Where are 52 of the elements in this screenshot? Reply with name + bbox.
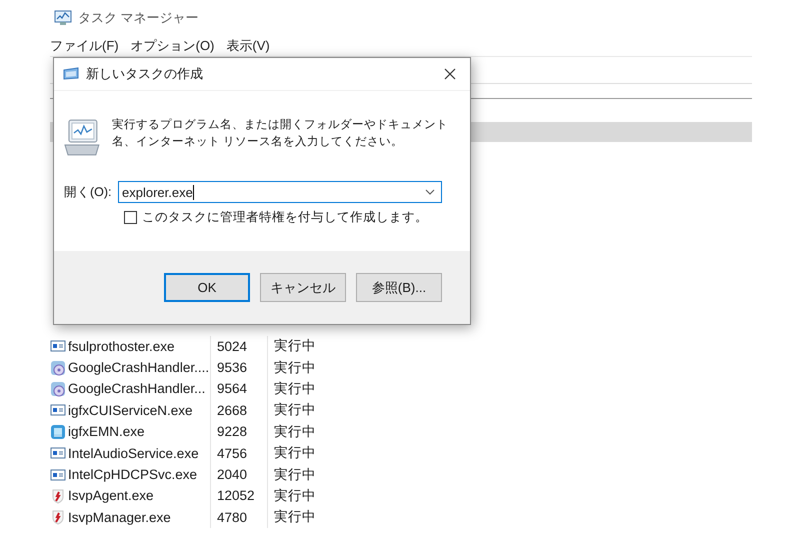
process-status: 実行中: [273, 466, 316, 484]
process-name: GoogleCrashHandler...: [68, 381, 206, 396]
dialog-title: 新しいタスクの作成: [86, 65, 204, 83]
process-name: IntelCpHDCPSvc.exe: [68, 467, 198, 482]
process-status: 実行中: [273, 380, 316, 398]
computer-icon: [64, 117, 100, 157]
process-status: 実行中: [273, 337, 316, 356]
process-id: 4780: [211, 506, 268, 528]
window-icon: [50, 402, 66, 418]
chevron-down-icon: [425, 189, 435, 195]
dialog-button[interactable]: キャンセル: [260, 273, 346, 302]
dialog-button[interactable]: 参照(B)...: [356, 273, 442, 302]
window-icon: [62, 67, 80, 81]
process-name: igfxCUIServiceN.exe: [68, 402, 193, 418]
process-status: 実行中: [273, 401, 316, 420]
process-name: IsvpManager.exe: [68, 510, 171, 525]
input-field[interactable]: explorer.exe: [118, 181, 442, 203]
process-id: 2668: [211, 400, 268, 422]
field-label: 開く(O):: [64, 184, 113, 200]
dialog-message: 実行するプログラム名、または開くフォルダーやドキュメント名、インターネット リソース名を入力してください。: [112, 117, 449, 150]
window-icon: [50, 466, 66, 483]
process-id: 2040: [211, 464, 268, 486]
process-status: 実行中: [273, 422, 316, 441]
process-name: IntelAudioService.exe: [68, 446, 199, 461]
window-icon: [50, 445, 66, 462]
dialog-button[interactable]: OK: [164, 273, 250, 302]
process-status: 実行中: [273, 486, 316, 505]
process-name: igfxEMN.exe: [68, 424, 145, 440]
process-status: 実行中: [273, 508, 316, 526]
window-icon: [50, 338, 66, 354]
menu-item[interactable]: オプション(O): [130, 37, 214, 55]
process-id: 9228: [211, 421, 268, 442]
process-status: 実行中: [273, 444, 316, 462]
window-title: タスク マネージャー: [78, 9, 199, 27]
shield-icon: [50, 488, 66, 504]
menu-item[interactable]: ファイル(F): [50, 37, 119, 55]
monitor-icon: [54, 10, 72, 26]
process-id: 9536: [211, 356, 268, 378]
menu-item[interactable]: 表示(V): [226, 37, 270, 55]
process-id: 12052: [211, 485, 268, 507]
checkbox[interactable]: [124, 211, 137, 224]
screen-icon: [50, 424, 66, 440]
process-id: 9564: [211, 378, 268, 400]
process-id: 4756: [211, 442, 268, 464]
close-icon: [444, 68, 456, 80]
process-status: 実行中: [273, 358, 316, 377]
process-name: fsulprothoster.exe: [68, 338, 175, 354]
shield-icon: [50, 509, 66, 526]
process-name: IsvpAgent.exe: [68, 488, 154, 504]
process-name: GoogleCrashHandler....: [68, 360, 210, 376]
process-id: 5024: [211, 336, 268, 357]
checkbox-label: このタスクに管理者特権を付与して作成します。: [142, 209, 428, 226]
